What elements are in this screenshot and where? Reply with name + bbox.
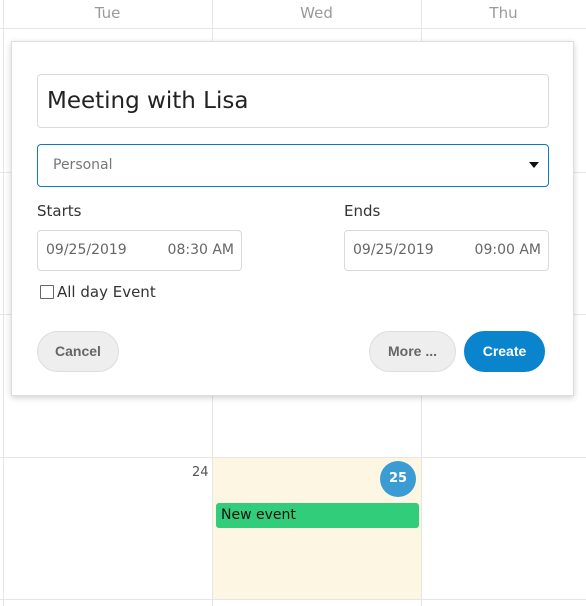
start-date-value: 09/25/2019 [46,242,127,258]
grid-line [0,599,586,600]
caret-down-icon [529,162,539,168]
day-header-thu: Thu [489,4,518,22]
day-number-24: 24 [192,465,209,480]
event-title-input[interactable]: Meeting with Lisa [37,74,549,128]
day-header-tue: Tue [94,4,121,22]
event-chip[interactable]: New event [216,503,419,528]
category-select[interactable]: Personal [37,144,549,187]
cancel-button[interactable]: Cancel [37,331,119,372]
end-date-value: 09/25/2019 [353,242,434,258]
create-button[interactable]: Create [464,331,545,372]
end-datetime-input[interactable]: 09/25/2019 09:00 AM [344,230,549,271]
more-button[interactable]: More ... [369,331,456,372]
all-day-checkbox[interactable] [40,285,54,299]
category-selected-value: Personal [53,157,113,173]
starts-label: Starts [37,202,82,220]
start-time-value: 08:30 AM [167,242,234,258]
new-event-popup: Meeting with Lisa Personal Starts 09/25/… [11,41,574,396]
all-day-toggle[interactable]: All day Event [40,283,156,301]
start-datetime-input[interactable]: 09/25/2019 08:30 AM [37,230,242,271]
day-header-wed: Wed [300,4,333,22]
grid-line [0,28,586,29]
end-time-value: 09:00 AM [474,242,541,258]
all-day-label: All day Event [57,283,156,301]
today-day-badge: 25 [380,461,416,497]
calendar-cell-24[interactable] [4,458,212,599]
ends-label: Ends [344,202,381,220]
calendar-cell-26[interactable] [422,458,586,599]
